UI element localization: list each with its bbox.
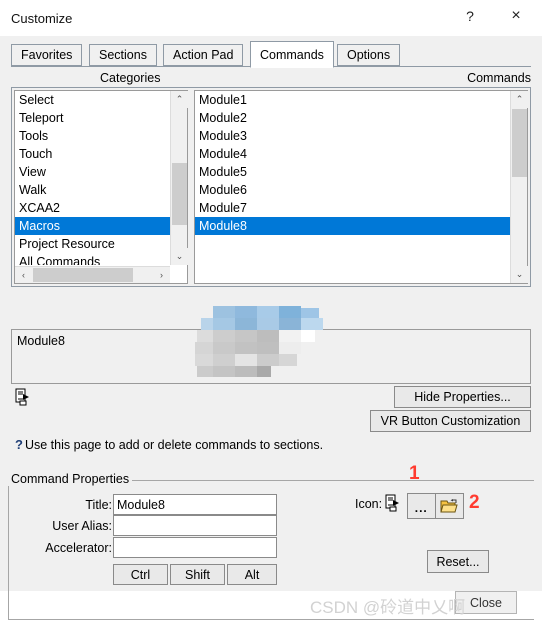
annotation-2: 2 — [469, 492, 480, 513]
tab-strip: Favorites Sections Action Pad Commands O… — [11, 40, 531, 68]
categories-header-label: Categories — [100, 71, 161, 85]
list-item[interactable]: Project Resource — [15, 235, 171, 253]
list-item[interactable]: Module8 — [195, 217, 511, 235]
list-item[interactable]: Tools — [15, 127, 171, 145]
list-item[interactable]: Walk — [15, 181, 171, 199]
list-item[interactable]: Module1 — [195, 91, 511, 109]
alt-key-button[interactable]: Alt — [227, 564, 277, 585]
icon-browse-button[interactable]: ... — [408, 494, 436, 518]
title-label: Title: — [85, 498, 112, 512]
scroll-down-arrow-icon[interactable]: ⌄ — [171, 248, 188, 265]
list-item[interactable]: Select — [15, 91, 171, 109]
help-text: Use this page to add or delete commands … — [24, 437, 324, 452]
icon-open-folder-button[interactable] — [436, 494, 463, 518]
categories-list-items[interactable]: Select Teleport Tools Touch View Walk XCAA2 Mac… — [15, 91, 171, 265]
list-item[interactable]: Teleport — [15, 109, 171, 127]
watermark: CSDN @砱道中乂啊 — [310, 598, 466, 617]
question-mark-icon: ? — [15, 437, 23, 452]
tab-commands[interactable]: Commands — [250, 41, 334, 68]
commands-vertical-scrollbar[interactable]: ⌃ ⌄ — [510, 91, 528, 283]
help-line: ? Use this page to add or delete command… — [15, 437, 323, 452]
icon-label: Icon: — [355, 497, 383, 511]
accelerator-input[interactable] — [113, 537, 277, 558]
list-item[interactable]: Module5 — [195, 163, 511, 181]
help-icon[interactable]: ? — [448, 0, 492, 32]
list-item[interactable]: All Commands — [15, 253, 171, 265]
open-folder-icon — [440, 499, 458, 513]
window-title: Customize — [11, 10, 73, 26]
categories-vertical-scrollbar[interactable]: ⌃ ⌄ — [170, 91, 188, 265]
scroll-up-arrow-icon[interactable]: ⌃ — [511, 91, 528, 108]
scroll-right-arrow-icon[interactable]: › — [153, 267, 170, 283]
commands-listbox[interactable]: Module1 Module2 Module3 Module4 Module5 Modul… — [194, 90, 528, 284]
tab-sections[interactable]: Sections — [89, 44, 157, 66]
scrollbar-thumb[interactable] — [512, 109, 527, 177]
close-icon[interactable]: × — [494, 0, 538, 32]
scroll-left-arrow-icon[interactable]: ‹ — [15, 267, 32, 283]
tab-action-pad[interactable]: Action Pad — [163, 44, 244, 66]
commands-list-items[interactable]: Module1 Module2 Module3 Module4 Module5 Modul… — [195, 91, 511, 281]
list-item[interactable]: XCAA2 — [15, 199, 171, 217]
user-alias-label: User Alias: — [52, 519, 112, 533]
description-text: Module8 — [17, 334, 65, 348]
commands-header-label: Commands — [467, 71, 531, 85]
title-input[interactable] — [113, 494, 277, 515]
list-item[interactable]: Module6 — [195, 181, 511, 199]
lists-frame: Select Teleport Tools Touch View Walk XCAA2 Mac… — [11, 87, 531, 377]
list-item[interactable]: View — [15, 163, 171, 181]
hscrollbar-thumb[interactable] — [33, 268, 133, 282]
dialog-body: Favorites Sections Action Pad Commands O… — [0, 36, 542, 620]
list-item[interactable]: Module3 — [195, 127, 511, 145]
annotation-1: 1 — [409, 463, 420, 484]
title-bar: Customize ? × — [0, 0, 542, 36]
accelerator-label: Accelerator: — [45, 541, 112, 555]
tab-favorites[interactable]: Favorites — [11, 44, 83, 66]
scroll-up-arrow-icon[interactable]: ⌃ — [171, 91, 188, 108]
icon-buttons-group: ... — [407, 493, 464, 519]
tab-options[interactable]: Options — [337, 44, 401, 66]
list-item[interactable]: Touch — [15, 145, 171, 163]
shift-key-button[interactable]: Shift — [170, 564, 225, 585]
command-properties-legend: Command Properties — [8, 472, 133, 486]
hide-properties-button[interactable]: Hide Properties... — [394, 386, 531, 408]
vr-button-customization-button[interactable]: VR Button Customization — [370, 410, 531, 432]
list-item[interactable]: Macros — [15, 217, 171, 235]
categories-horizontal-scrollbar[interactable]: ‹ › — [15, 266, 170, 283]
user-alias-input[interactable] — [113, 515, 277, 536]
description-box: Module8 — [11, 329, 531, 384]
command-icon — [15, 388, 29, 406]
reset-button[interactable]: Reset... — [427, 550, 489, 573]
categories-listbox[interactable]: Select Teleport Tools Touch View Walk XCAA2 Mac… — [14, 90, 188, 284]
list-item[interactable]: Module2 — [195, 109, 511, 127]
scroll-down-arrow-icon[interactable]: ⌄ — [511, 266, 528, 283]
command-icon-preview — [385, 494, 399, 512]
ctrl-key-button[interactable]: Ctrl — [113, 564, 168, 585]
list-item[interactable]: Module7 — [195, 199, 511, 217]
scrollbar-thumb[interactable] — [172, 163, 187, 225]
list-item[interactable]: Module4 — [195, 145, 511, 163]
